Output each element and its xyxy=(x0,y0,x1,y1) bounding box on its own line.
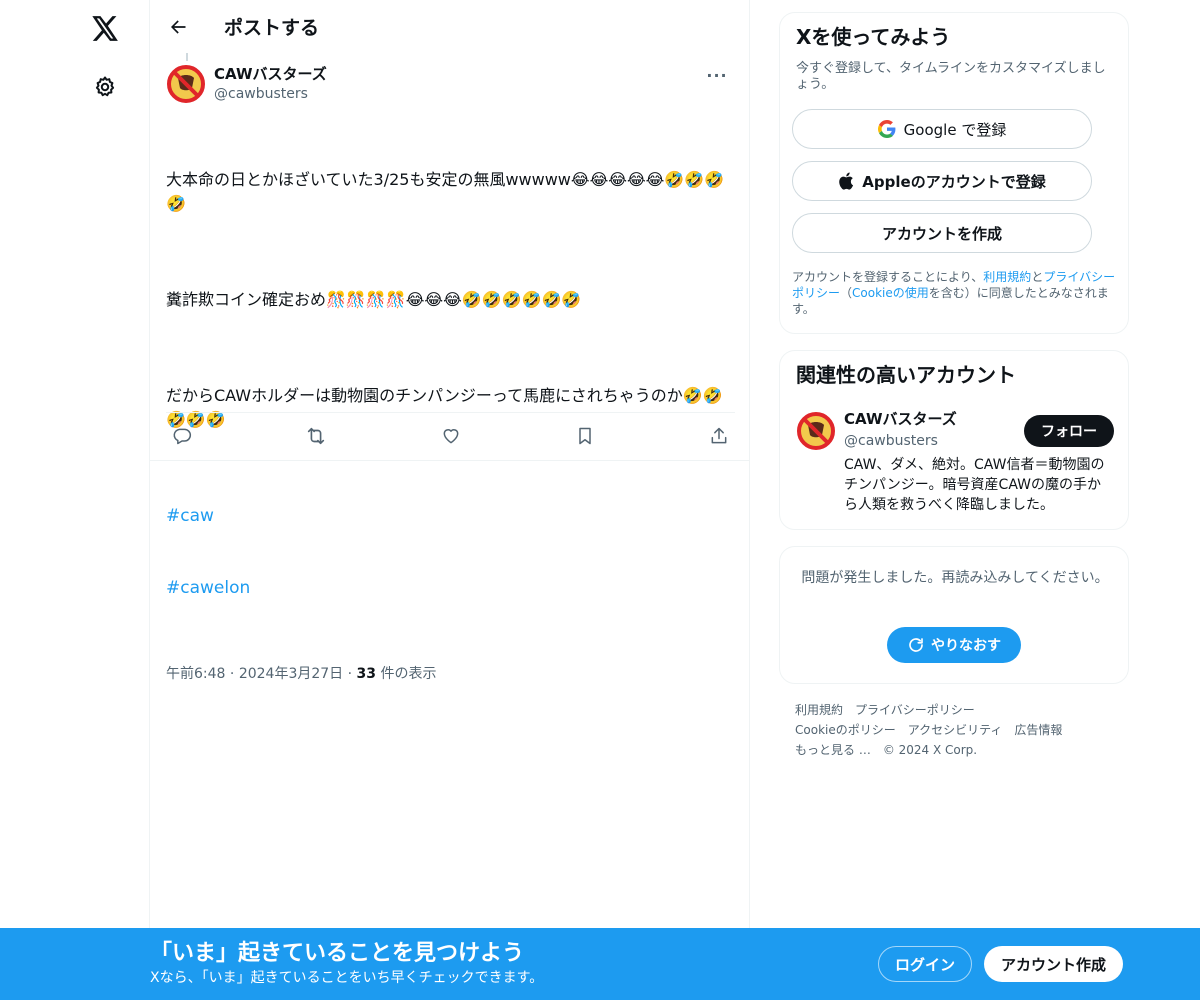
legal-text: と xyxy=(1031,270,1044,284)
footer-links: 利用規約 プライバシーポリシー Cookieのポリシー アクセシビリティ 広告情報 も… xyxy=(795,700,1125,760)
bookmark-icon[interactable] xyxy=(569,420,601,452)
footer-link[interactable]: Cookieのポリシー xyxy=(795,723,896,737)
footer-link[interactable]: 広告情報 xyxy=(1014,723,1062,737)
banner-title: 「いま」起きていることを見つけよう xyxy=(150,941,525,966)
x-logo-icon[interactable] xyxy=(85,8,125,48)
reply-icon[interactable] xyxy=(166,420,198,452)
create-account-label: アカウントを作成 xyxy=(881,224,1002,243)
more-options-icon[interactable]: ··· xyxy=(699,64,735,86)
arrow-left-icon xyxy=(171,19,186,34)
cookie-link[interactable]: Cookieの使用 xyxy=(852,286,929,300)
post-time[interactable]: 午前6:48 xyxy=(166,666,225,682)
terms-link[interactable]: 利用規約 xyxy=(983,270,1031,284)
related-user[interactable]: CAWバスターズ @cawbusters CAW、ダメ、絶対。CAW信者＝動物園… xyxy=(796,409,1114,515)
view-count: 33 xyxy=(356,666,377,682)
author-name[interactable]: CAWバスターズ xyxy=(214,64,327,84)
banner-subtitle: Xなら、「いま」起きていることをいち早くチェックできます。 xyxy=(150,970,544,986)
page-header: ポストする xyxy=(150,0,749,53)
retry-button[interactable]: やりなおす xyxy=(887,627,1021,663)
post-author: CAWバスターズ @cawbusters ··· xyxy=(166,64,735,108)
signup-legal: アカウントを登録することにより、利用規約とプライバシーポリシー（Cookieの使… xyxy=(792,269,1118,317)
repost-icon[interactable] xyxy=(300,420,332,452)
avatar[interactable] xyxy=(796,411,836,451)
footer-link[interactable]: プライバシーポリシー xyxy=(855,703,975,717)
apple-signup-button[interactable]: Appleのアカウントで登録 xyxy=(792,161,1092,201)
footer-link[interactable]: アクセシビリティ xyxy=(908,723,1003,737)
divider xyxy=(150,460,749,461)
bottom-banner: 「いま」起きていることを見つけよう Xなら、「いま」起きていることをいち早くチェ… xyxy=(0,928,1200,1000)
retry-label: やりなおす xyxy=(931,638,1001,654)
meta-separator: · xyxy=(225,666,239,682)
post-paragraph: 大本命の日とかほざいていた3/25も安定の無風wwwww😂😂😂😂😂🤣🤣🤣🤣 xyxy=(166,170,725,213)
thread-line xyxy=(186,53,188,61)
post-meta: 午前6:48 · 2024年3月27日 · 33 件の表示 xyxy=(166,664,735,684)
legal-text: アカウントを登録することにより、 xyxy=(792,270,984,284)
signup-title: Xを使ってみよう xyxy=(796,25,951,49)
related-accounts-card: 関連性の高いアカウント CAWバスターズ @cawbusters CAW、ダメ、… xyxy=(779,350,1129,530)
apple-icon xyxy=(838,172,854,190)
google-icon xyxy=(877,120,896,138)
google-signup-button[interactable]: Google で登録 xyxy=(792,109,1092,149)
main-column: ポストする CAWバスターズ @cawbusters ··· 大本命の日とかほざ… xyxy=(149,0,750,1000)
copyright: © 2024 X Corp. xyxy=(882,743,978,757)
view-label: 件の表示 xyxy=(376,666,437,682)
post-text: 大本命の日とかほざいていた3/25も安定の無風wwwww😂😂😂😂😂🤣🤣🤣🤣 糞詐… xyxy=(166,120,735,648)
related-bio: CAW、ダメ、絶対。CAW信者＝動物園のチンパンジー。暗号資産CAWの魔の手から… xyxy=(844,457,1105,513)
signup-card: Xを使ってみよう 今すぐ登録して、タイムラインをカスタマイズしましょう。 Goo… xyxy=(779,12,1129,334)
footer-link[interactable]: 利用規約 xyxy=(795,703,843,717)
related-title: 関連性の高いアカウント xyxy=(796,363,1016,387)
hashtag-link[interactable]: #cawelon xyxy=(166,576,735,600)
post: CAWバスターズ @cawbusters ··· 大本命の日とかほざいていた3/… xyxy=(166,64,735,684)
divider xyxy=(166,412,735,413)
legal-text: （ xyxy=(840,286,853,300)
avatar[interactable] xyxy=(166,64,206,104)
post-actions xyxy=(166,420,735,452)
signup-button[interactable]: アカウント作成 xyxy=(984,946,1123,982)
footer-link[interactable]: もっと見る … xyxy=(795,743,871,757)
post-date[interactable]: 2024年3月27日 xyxy=(239,666,343,682)
author-handle[interactable]: @cawbusters xyxy=(214,84,327,104)
login-button[interactable]: ログイン xyxy=(878,946,972,982)
signup-subtitle: 今すぐ登録して、タイムラインをカスタマイズしましょう。 xyxy=(796,61,1106,92)
like-icon[interactable] xyxy=(435,420,467,452)
left-nav xyxy=(0,0,150,1000)
page-title: ポストする xyxy=(224,17,320,39)
back-button[interactable] xyxy=(160,9,196,45)
error-message: 問題が発生しました。再読み込みしてください。 xyxy=(801,570,1109,586)
apple-signup-label: Appleのアカウントで登録 xyxy=(862,172,1046,191)
error-card: 問題が発生しました。再読み込みしてください。 やりなおす xyxy=(779,546,1129,684)
google-signup-label: Google で登録 xyxy=(903,120,1007,139)
gear-icon[interactable] xyxy=(85,67,125,107)
post-paragraph: 糞詐欺コイン確定おめ🎊🎊🎊🎊😂😂😂🤣🤣🤣🤣🤣🤣 xyxy=(166,290,582,309)
refresh-icon xyxy=(907,636,925,654)
share-icon[interactable] xyxy=(703,420,735,452)
create-account-button[interactable]: アカウントを作成 xyxy=(792,213,1092,253)
hashtag-link[interactable]: #caw xyxy=(166,504,735,528)
meta-separator: · xyxy=(343,666,357,682)
follow-button[interactable]: フォロー xyxy=(1024,415,1114,447)
